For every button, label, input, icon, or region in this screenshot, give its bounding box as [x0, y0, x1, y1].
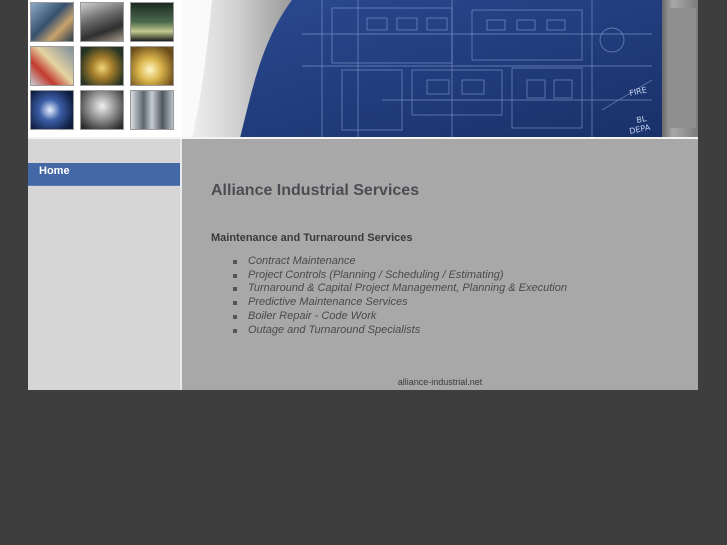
- page-title: Alliance Industrial Services: [211, 182, 420, 199]
- photo-collage: [28, 0, 182, 138]
- photo-turbine-blue: [30, 90, 74, 130]
- nav-item-home[interactable]: Home: [28, 163, 180, 186]
- bullet-icon: [233, 260, 237, 264]
- service-label: Outage and Turnaround Specialists: [248, 323, 421, 336]
- service-label: Turnaround & Capital Project Management,…: [248, 282, 567, 295]
- photo-steel-structure: [130, 90, 174, 130]
- blueprint-illustration: FIRE BL DEPA: [182, 0, 698, 138]
- photo-workers-engine: [80, 2, 124, 42]
- photo-pipes-colored: [30, 46, 74, 86]
- list-item: Project Controls (Planning / Scheduling …: [211, 269, 567, 283]
- list-item: Outage and Turnaround Specialists: [211, 324, 567, 338]
- bullet-icon: [233, 273, 237, 278]
- list-item: Boiler Repair - Code Work: [211, 310, 567, 324]
- bullet-icon: [233, 314, 237, 319]
- list-item: Turnaround & Capital Project Management,…: [211, 282, 567, 296]
- section-heading: Maintenance and Turnaround Services: [211, 232, 413, 244]
- bullet-icon: [233, 328, 237, 333]
- list-item: Contract Maintenance: [211, 255, 567, 269]
- service-label: Boiler Repair - Code Work: [248, 309, 377, 322]
- service-label: Project Controls (Planning / Scheduling …: [248, 268, 504, 281]
- photo-refinery-towers: [30, 2, 74, 42]
- main-content: Alliance Industrial Services Maintenance…: [182, 139, 698, 390]
- header-banner: FIRE BL DEPA: [28, 0, 698, 139]
- photo-plant-night: [130, 2, 174, 42]
- list-item: Predictive Maintenance Services: [211, 296, 567, 310]
- photo-refinery-lights: [80, 46, 124, 86]
- footer-domain: alliance-industrial.net: [397, 377, 483, 387]
- service-label: Predictive Maintenance Services: [248, 296, 408, 309]
- bullet-icon: [233, 287, 237, 292]
- sidebar: Home: [28, 139, 180, 390]
- services-list: Contract Maintenance Project Controls (P…: [211, 255, 567, 337]
- page-container: FIRE BL DEPA Home Alliance Industrial Se…: [28, 0, 698, 390]
- blueprint-image: FIRE BL DEPA: [182, 0, 698, 138]
- photo-turbine-blades: [80, 90, 124, 130]
- service-label: Contract Maintenance: [248, 255, 356, 267]
- bullet-icon: [233, 301, 237, 306]
- photo-crane-hook: [130, 46, 174, 86]
